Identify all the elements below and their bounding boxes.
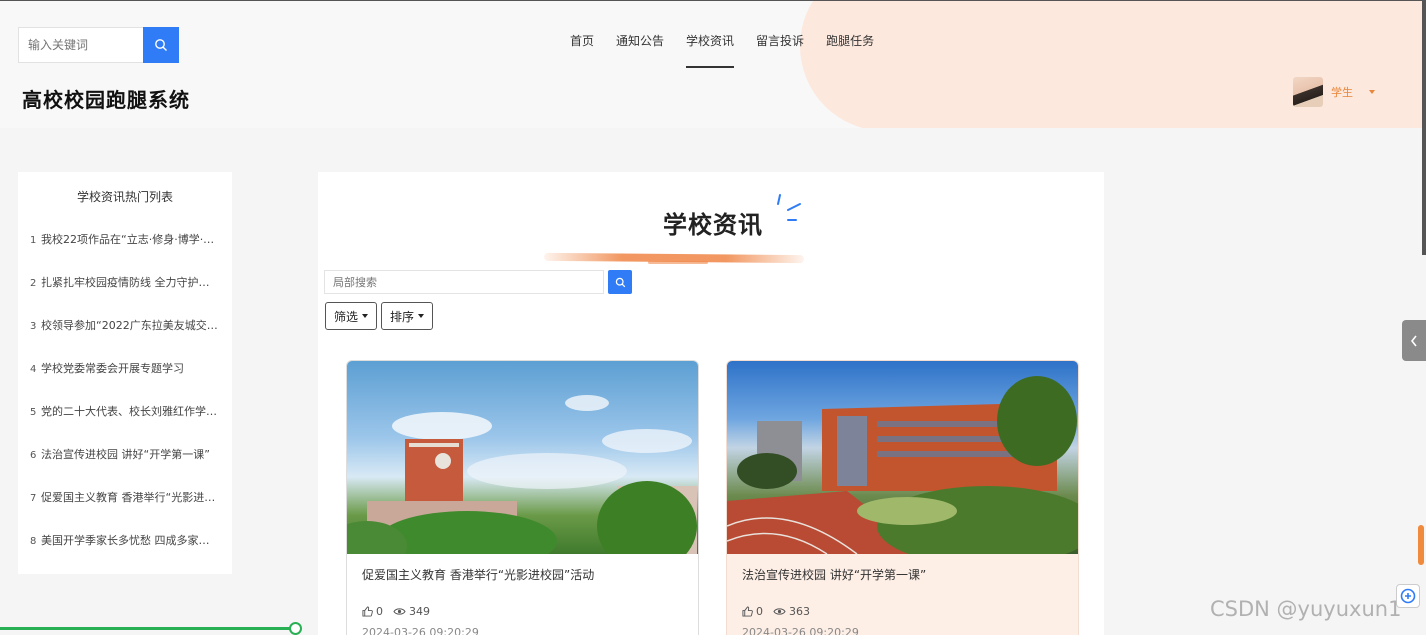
watermark: CSDN @yuyuxun1 [1210,597,1402,621]
sort-label: 排序 [390,309,415,324]
campus-clock-tower-image [347,395,697,554]
search-input[interactable] [18,27,143,63]
header: 高校校园跑腿系统 首页 通知公告 学校资讯 留言投诉 跑腿任务 学生 [0,0,1426,128]
list-item[interactable]: 6 法治宣传进校园 讲好“开学第一课” [18,432,232,475]
nav-home[interactable]: 首页 [570,32,594,68]
hot-news-list: 1 我校22项作品在“立志·修身·博学·… 2 扎紧扎牢校园疫情防线 全力守护… 3… [18,217,232,561]
chevron-left-icon [1410,335,1417,346]
chevron-down-icon [362,314,369,318]
news-card-date: 2024-03-26 09:20:29 [362,626,479,635]
campus-building-image [727,376,1078,554]
local-search-input[interactable] [324,270,604,294]
scrollbar-track[interactable] [1422,0,1426,255]
avatar [1293,77,1323,107]
news-card[interactable]: 促爱国主义教育 香港举行“光影进校园”活动 0 349 2024-03-26 0… [346,360,699,635]
news-panel: 学校资讯 筛选 排序 [318,172,1104,635]
progress-bar [0,627,296,630]
assistant-logo-icon [1400,588,1416,604]
hot-news-sidebar: 学校资讯热门列表 1 我校22项作品在“立志·修身·博学·… 2 扎紧扎牢校园疫情防… [18,172,232,574]
news-card-title: 法治宣传进校园 讲好“开学第一课” [742,568,927,582]
title-underline-accent [648,261,708,264]
thumbs-up-icon [742,606,753,617]
header-decoration [800,1,1426,128]
sort-dropdown[interactable]: 排序 [381,302,434,330]
search-icon [155,39,167,51]
news-card-title: 促爱国主义教育 香港举行“光影进校园”活动 [362,568,595,582]
eye-icon [393,608,406,615]
main-nav: 首页 通知公告 学校资讯 留言投诉 跑腿任务 [570,32,874,68]
news-card-image [727,361,1078,554]
news-card[interactable]: 法治宣传进校园 讲好“开学第一课” 0 363 2024-03-26 09:20… [726,360,1079,635]
filter-label: 筛选 [334,309,359,324]
page-title: 学校资讯 [663,211,763,239]
like-count[interactable]: 0 [362,605,383,618]
list-item[interactable]: 5 党的二十大代表、校长刘雅红作学… [18,389,232,432]
nav-notices[interactable]: 通知公告 [616,32,664,68]
sparkle-icon [777,194,801,221]
filter-dropdown[interactable]: 筛选 [325,302,378,330]
nav-complaints[interactable]: 留言投诉 [756,32,804,68]
thumbs-up-icon [362,606,373,617]
collapse-tab[interactable] [1402,320,1426,361]
news-card-date: 2024-03-26 09:20:29 [742,626,859,635]
chevron-down-icon [1369,90,1375,94]
search-button[interactable] [143,27,179,63]
view-count: 363 [773,605,810,618]
site-title: 高校校园跑腿系统 [22,88,190,112]
sidebar-title: 学校资讯热门列表 [76,190,173,204]
list-item[interactable]: 1 我校22项作品在“立志·修身·博学·… [18,217,232,260]
list-item[interactable]: 4 学校党委常委会开展专题学习 [18,346,232,389]
global-search [18,27,179,63]
list-item[interactable]: 7 促爱国主义教育 香港举行“光影进… [18,475,232,518]
nav-school-news[interactable]: 学校资讯 [686,32,735,68]
user-name: 学生 [1331,86,1353,99]
local-search-button[interactable] [608,270,632,294]
user-menu[interactable]: 学生 [1293,77,1375,107]
list-item[interactable]: 8 美国开学季家长多忧愁 四成多家… [18,518,232,561]
eye-icon [773,608,786,615]
nav-errand-tasks[interactable]: 跑腿任务 [826,32,874,68]
news-card-image [347,361,698,554]
scrollbar-thumb[interactable] [1418,525,1424,565]
chevron-down-icon [418,314,425,318]
progress-handle[interactable] [289,622,302,635]
search-icon [615,277,625,287]
view-count: 349 [393,605,430,618]
list-item[interactable]: 3 校领导参加“2022广东拉美友城交… [18,303,232,346]
like-count[interactable]: 0 [742,605,763,618]
list-item[interactable]: 2 扎紧扎牢校园疫情防线 全力守护… [18,260,232,303]
